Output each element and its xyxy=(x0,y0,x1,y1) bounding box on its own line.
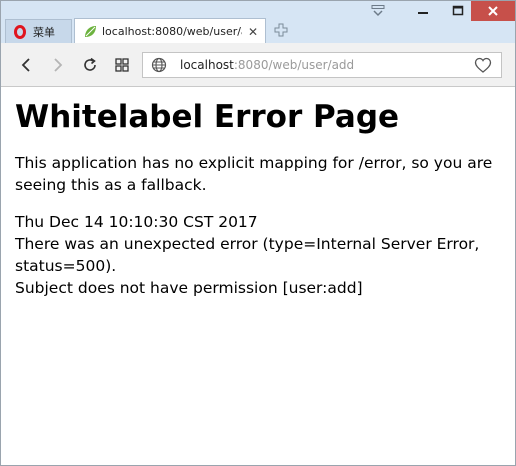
arrow-left-icon xyxy=(21,58,30,72)
globe-icon xyxy=(151,57,167,73)
intro-text: This application has no explicit mapping… xyxy=(15,154,493,194)
plus-icon xyxy=(274,23,288,37)
error-text: There was an unexpected error (type=Inte… xyxy=(15,235,480,275)
forward-button[interactable] xyxy=(47,54,69,76)
tab-menu-icon xyxy=(371,5,385,17)
arrow-right-icon xyxy=(54,58,63,72)
reload-button[interactable] xyxy=(79,54,101,76)
opera-menu-button[interactable]: 菜单 xyxy=(5,19,72,43)
tab-title: localhost:8080/web/user/add xyxy=(102,25,242,38)
tab-close-icon[interactable]: ✕ xyxy=(248,26,258,38)
menu-label: 菜单 xyxy=(33,25,55,39)
maximize-icon xyxy=(452,5,464,16)
browser-toolbar: localhost:8080/web/user/add xyxy=(1,43,515,87)
grid-icon xyxy=(115,58,129,72)
maximize-button[interactable] xyxy=(441,1,475,21)
minimize-button[interactable] xyxy=(406,1,440,21)
reload-icon xyxy=(84,57,96,71)
title-bar: 菜单 localhost:8080/web/user/add ✕ xyxy=(1,1,515,44)
new-tab-button[interactable] xyxy=(273,22,289,38)
error-message: Subject does not have permission [user:a… xyxy=(15,279,363,297)
active-tab[interactable]: localhost:8080/web/user/add ✕ xyxy=(74,18,266,44)
tab-menu-button[interactable] xyxy=(363,1,393,21)
minimize-icon xyxy=(418,12,428,14)
speed-dial-button[interactable] xyxy=(111,54,133,76)
close-window-button[interactable] xyxy=(471,1,515,21)
url-host: localhost xyxy=(180,58,234,72)
heart-icon[interactable] xyxy=(474,57,492,74)
url-text[interactable]: localhost:8080/web/user/add xyxy=(180,58,354,72)
close-icon xyxy=(488,6,498,16)
back-button[interactable] xyxy=(15,54,37,76)
page-title: Whitelabel Error Page xyxy=(15,99,400,135)
spring-leaf-icon xyxy=(85,25,96,37)
page-content: Whitelabel Error Page This application h… xyxy=(15,87,505,299)
timestamp-text: Thu Dec 14 10:10:30 CST 2017 xyxy=(15,213,258,231)
browser-window: 菜单 localhost:8080/web/user/add ✕ xyxy=(0,0,516,466)
opera-logo-icon xyxy=(13,24,27,39)
url-path: :8080/web/user/add xyxy=(233,58,355,72)
address-bar[interactable]: localhost:8080/web/user/add xyxy=(142,52,502,78)
